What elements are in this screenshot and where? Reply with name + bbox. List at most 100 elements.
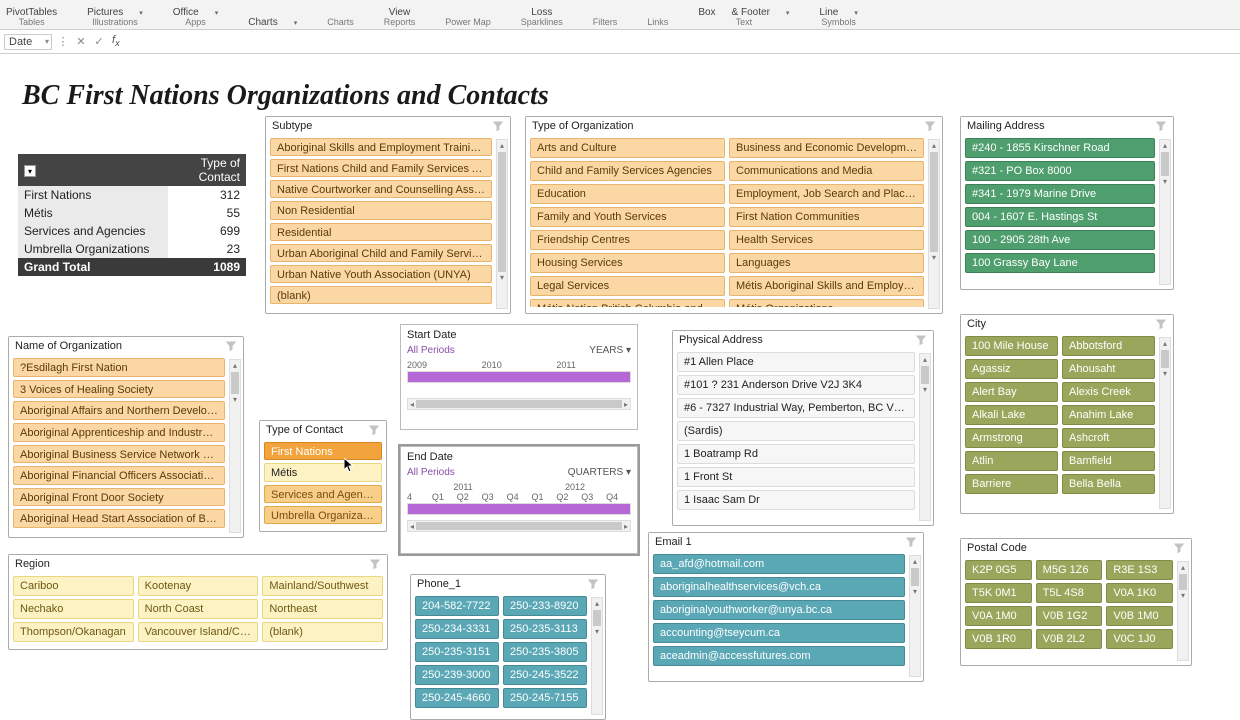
slicer-item[interactable]: M5G 1Z6 <box>1036 560 1103 580</box>
timeline-bar[interactable] <box>407 503 631 515</box>
slicer-item[interactable]: Education <box>530 184 725 204</box>
slicer-item[interactable]: V0B 1R0 <box>965 629 1032 649</box>
scrollbar[interactable]: ▴▾ <box>1159 139 1171 285</box>
slicer-item[interactable]: V0A 1K0 <box>1106 583 1173 603</box>
ribbon-item[interactable]: ▾ <box>294 17 298 28</box>
slicer-item[interactable]: Business and Economic Development <box>729 138 924 158</box>
ribbon-item[interactable]: ▾ <box>215 7 219 18</box>
slicer-item[interactable]: North Coast <box>138 599 259 619</box>
slicer-item[interactable]: Arts and Culture <box>530 138 725 158</box>
slicer-item[interactable]: #341 - 1979 Marine Drive <box>965 184 1155 204</box>
slicer-item[interactable]: Métis <box>264 463 382 481</box>
slicer-item[interactable]: #1 Allen Place <box>677 352 915 372</box>
slicer-item[interactable]: Cariboo <box>13 576 134 596</box>
slicer-postal[interactable]: Postal Code K2P 0G5M5G 1Z6R3E 1S3T5K 0M1… <box>960 538 1192 666</box>
filter-icon[interactable] <box>1155 120 1167 132</box>
slicer-item[interactable]: T5K 0M1 <box>965 583 1032 603</box>
slicer-item[interactable]: Aboriginal Financial Officers Associatio… <box>13 466 225 485</box>
slicer-item[interactable]: V0A 1M0 <box>965 606 1032 626</box>
timeline-unit[interactable]: YEARS ▾ <box>589 345 631 356</box>
slicer-item[interactable]: aboriginalyouthworker@unya.bc.ca <box>653 600 905 620</box>
scrollbar[interactable]: ▴▾ <box>591 597 603 715</box>
slicer-item[interactable]: Family and Youth Services <box>530 207 725 227</box>
scrollbar[interactable]: ▴▾ <box>1159 337 1171 509</box>
slicer-item[interactable]: Aboriginal Front Door Society <box>13 488 225 507</box>
slicer-item[interactable]: 250-233-8920 <box>503 596 587 616</box>
slicer-item[interactable]: Communications and Media <box>729 161 924 181</box>
ribbon-item[interactable]: Box <box>698 7 715 18</box>
filter-icon[interactable] <box>492 120 504 132</box>
slicer-item[interactable]: Alert Bay <box>965 382 1058 402</box>
slicer-item[interactable]: 204-582-7722 <box>415 596 499 616</box>
filter-icon[interactable] <box>1155 318 1167 330</box>
slicer-item[interactable]: 250-235-3805 <box>503 642 587 662</box>
slicer-item[interactable]: Languages <box>729 253 924 273</box>
ribbon-item[interactable]: Charts <box>248 17 277 28</box>
slicer-item[interactable]: Abbotsford <box>1062 336 1155 356</box>
slicer-item[interactable]: Thompson/Okanagan <box>13 622 134 642</box>
slicer-item[interactable]: aceadmin@accessfutures.com <box>653 646 905 666</box>
slicer-item[interactable]: Anahim Lake <box>1062 405 1155 425</box>
slicer-item[interactable]: (blank) <box>270 286 492 304</box>
slicer-item[interactable]: Métis Aboriginal Skills and Employme... <box>729 276 924 296</box>
scrollbar[interactable]: ▴▾ <box>1177 561 1189 661</box>
slicer-item[interactable]: First Nation Communities <box>729 207 924 227</box>
slicer-item[interactable]: Barriere <box>965 474 1058 494</box>
horiz-scrollbar[interactable]: ◂▸ <box>407 398 631 410</box>
slicer-item[interactable]: Alexis Creek <box>1062 382 1155 402</box>
slicer-region[interactable]: Region CaribooKootenayMainland/Southwest… <box>8 554 388 650</box>
slicer-item[interactable]: Legal Services <box>530 276 725 296</box>
slicer-item[interactable]: (blank) <box>262 622 383 642</box>
slicer-item[interactable]: 250-235-3151 <box>415 642 499 662</box>
slicer-item[interactable]: Agassiz <box>965 359 1058 379</box>
slicer-item[interactable]: 1 Boatramp Rd <box>677 444 915 464</box>
slicer-item[interactable]: Aboriginal Apprenticeship and Industry T… <box>13 423 225 442</box>
slicer-item[interactable]: Atlin <box>965 451 1058 471</box>
pivot-row-label[interactable]: Services and Agencies <box>18 222 168 240</box>
scrollbar[interactable]: ▴▾ <box>909 555 921 677</box>
slicer-email[interactable]: Email 1 aa_afd@hotmail.comaboriginalheal… <box>648 532 924 682</box>
slicer-item[interactable]: Bamfield <box>1062 451 1155 471</box>
pivot-table[interactable]: ▾ Type of Contact First Nations312Métis5… <box>18 154 246 276</box>
enter-icon[interactable]: ✓ <box>90 35 108 48</box>
slicer-item[interactable]: ?Esdilagh First Nation <box>13 358 225 377</box>
timeline-start-date[interactable]: Start Date All PeriodsYEARS ▾ 2009201020… <box>400 324 638 430</box>
timeline-bar[interactable] <box>407 371 631 383</box>
slicer-item[interactable]: #321 - PO Box 8000 <box>965 161 1155 181</box>
slicer-item[interactable]: V0B 2L2 <box>1036 629 1103 649</box>
slicer-item[interactable]: Bella Bella <box>1062 474 1155 494</box>
slicer-city[interactable]: City 100 Mile HouseAbbotsfordAgassizAhou… <box>960 314 1174 514</box>
filter-icon[interactable] <box>369 558 381 570</box>
slicer-item[interactable]: R3E 1S3 <box>1106 560 1173 580</box>
slicer-item[interactable]: Alkali Lake <box>965 405 1058 425</box>
slicer-item[interactable]: 100 Grassy Bay Lane <box>965 253 1155 273</box>
scrollbar[interactable]: ▴▾ <box>229 359 241 533</box>
filter-icon[interactable] <box>368 424 380 436</box>
filter-icon[interactable] <box>1173 542 1185 554</box>
slicer-item[interactable]: V0B 1M0 <box>1106 606 1173 626</box>
slicer-item[interactable]: #240 - 1855 Kirschner Road <box>965 138 1155 158</box>
filter-icon[interactable] <box>587 578 599 590</box>
slicer-item[interactable]: Kootenay <box>138 576 259 596</box>
slicer-item[interactable]: 250-245-3522 <box>503 665 587 685</box>
slicer-item[interactable]: K2P 0G5 <box>965 560 1032 580</box>
timeline-unit[interactable]: QUARTERS ▾ <box>568 467 631 478</box>
slicer-item[interactable]: Armstrong <box>965 428 1058 448</box>
slicer-item[interactable]: #6 - 7327 Industrial Way, Pemberton, BC … <box>677 398 915 418</box>
slicer-item[interactable]: Ahousaht <box>1062 359 1155 379</box>
slicer-item[interactable]: Métis Nation British Columbia and Ch... <box>530 299 725 307</box>
slicer-item[interactable]: aboriginalhealthservices@vch.ca <box>653 577 905 597</box>
slicer-item[interactable]: Aboriginal Skills and Employment Trainin… <box>270 138 492 156</box>
slicer-item[interactable]: Aboriginal Head Start Association of Bri… <box>13 509 225 528</box>
fx-icon[interactable]: fx <box>112 34 120 48</box>
slicer-item[interactable]: Métis Organizations <box>729 299 924 307</box>
slicer-item[interactable]: Northeast <box>262 599 383 619</box>
slicer-item[interactable]: (Sardis) <box>677 421 915 441</box>
slicer-item[interactable]: 004 - 1607 E. Hastings St <box>965 207 1155 227</box>
slicer-item[interactable]: Vancouver Island/Coast <box>138 622 259 642</box>
pivot-row-label[interactable]: Umbrella Organizations <box>18 240 168 258</box>
slicer-item[interactable]: aa_afd@hotmail.com <box>653 554 905 574</box>
slicer-item[interactable]: Aboriginal Affairs and Northern Developm… <box>13 401 225 420</box>
slicer-item[interactable]: accounting@tseycum.ca <box>653 623 905 643</box>
slicer-type-contact[interactable]: Type of Contact First NationsMétisServic… <box>259 420 387 532</box>
